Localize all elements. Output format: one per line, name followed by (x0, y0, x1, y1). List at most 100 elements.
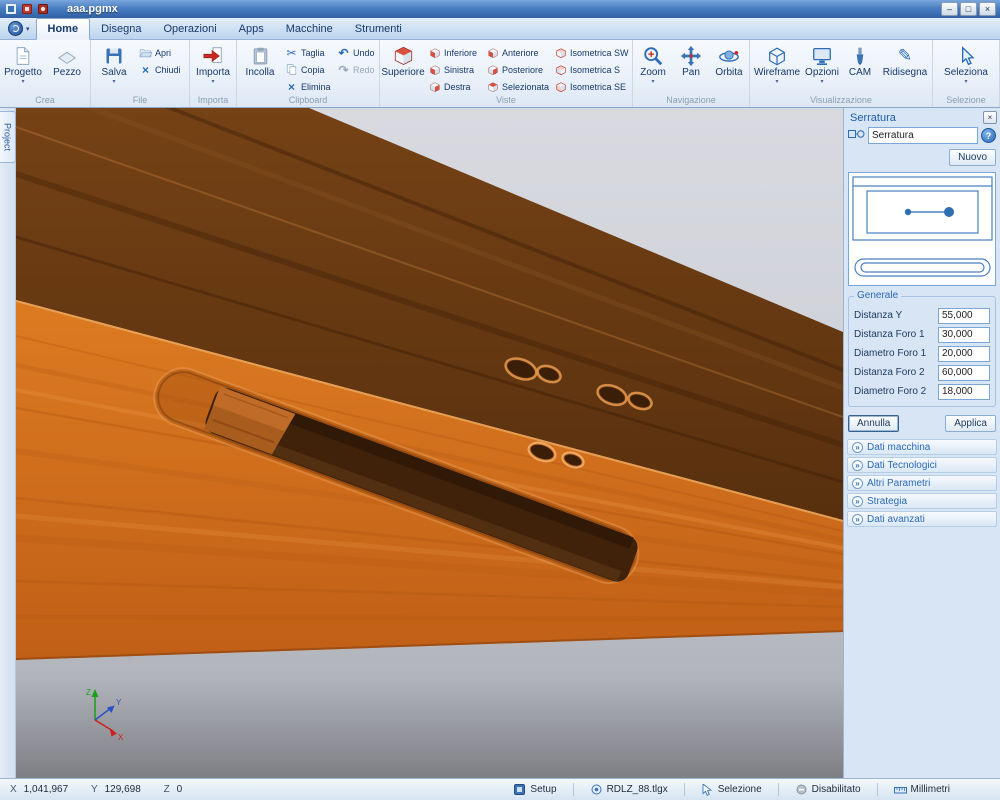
applica-button[interactable]: Applica (945, 415, 996, 432)
wireframe-cube-icon (766, 43, 788, 68)
viewport-3d[interactable]: Z Y X (16, 108, 843, 778)
project-panel-tab[interactable]: Project (0, 111, 16, 163)
incolla-button[interactable]: Incolla (239, 41, 281, 94)
restore-button[interactable]: □ (960, 2, 977, 16)
coord-y-value: 129,698 (105, 784, 141, 795)
progetto-button[interactable]: Progetto ▾ (2, 41, 44, 94)
status-setup[interactable]: Setup (497, 784, 572, 796)
diametro-foro-1-input[interactable] (938, 346, 990, 362)
cam-button[interactable]: CAM (842, 41, 878, 94)
section-dati-avanzati[interactable]: » Dati avanzati (847, 511, 997, 527)
panel-close-button[interactable]: × (983, 111, 997, 124)
tab-macchine[interactable]: Macchine (275, 19, 344, 39)
iso-cube-icon (554, 80, 567, 93)
diametro-foro-2-input[interactable] (938, 384, 990, 400)
posteriore-label: Posteriore (502, 65, 543, 75)
tab-apps[interactable]: Apps (228, 19, 275, 39)
quick-access-icon[interactable] (36, 3, 49, 16)
status-selezione[interactable]: Selezione (685, 784, 778, 796)
tab-operazioni[interactable]: Operazioni (152, 19, 227, 39)
serratura-panel: Serratura × ? Nuovo Generale Distanza Y (843, 108, 1000, 778)
salva-label: Salva (101, 68, 126, 79)
anteriore-button[interactable]: Anteriore (484, 45, 550, 60)
isometrica-sw-button[interactable]: Isometrica SW (552, 45, 630, 60)
help-button[interactable]: ? (981, 128, 996, 143)
wireframe-label: Wireframe (754, 68, 800, 79)
view-cube-icon (486, 46, 499, 59)
chevron-down-icon: ▾ (820, 79, 823, 85)
ribbon-tab-row: ▾ Home Disegna Operazioni Apps Macchine … (0, 18, 1000, 40)
posteriore-button[interactable]: Posteriore (484, 62, 550, 77)
tab-strumenti[interactable]: Strumenti (344, 19, 413, 39)
section-altri-parametri[interactable]: » Altri Parametri (847, 475, 997, 491)
ridisegna-button[interactable]: ✎ Ridisegna (880, 41, 930, 94)
status-millimetri[interactable]: Millimetri (878, 784, 966, 796)
zoom-label: Zoom (640, 68, 666, 79)
inferiore-label: Inferiore (444, 48, 477, 58)
pan-button[interactable]: Pan (673, 41, 709, 94)
section-strategia[interactable]: » Strategia (847, 493, 997, 509)
ribbon-group-viste: Superiore Inferiore Sinistra Destra (380, 40, 633, 107)
elimina-button[interactable]: × Elimina (283, 79, 333, 94)
close-button[interactable]: × (979, 2, 996, 16)
selezionata-button[interactable]: Selezionata (484, 79, 550, 94)
salva-button[interactable]: Salva ▾ (93, 41, 135, 94)
undo-button[interactable]: ↶ Undo (335, 45, 377, 60)
close-file-icon: × (139, 63, 152, 76)
application-menu-button[interactable]: ▾ (4, 21, 36, 39)
status-tool-file[interactable]: RDLZ_88.tlgx (574, 784, 684, 796)
orbita-button[interactable]: Orbita (711, 41, 747, 94)
isometrica-s-button[interactable]: Isometrica S (552, 62, 630, 77)
redo-button[interactable]: ↷ Redo (335, 62, 377, 77)
status-disabilitato[interactable]: Disabilitato (779, 784, 877, 796)
tab-disegna[interactable]: Disegna (90, 19, 152, 39)
chiudi-button[interactable]: × Chiudi (137, 62, 187, 77)
nuovo-button[interactable]: Nuovo (949, 149, 996, 166)
view-cube-icon (428, 63, 441, 76)
minimize-button[interactable]: – (941, 2, 958, 16)
inferiore-button[interactable]: Inferiore (426, 45, 482, 60)
ribbon-group-selezione: Seleziona ▾ Selezione (933, 40, 1000, 107)
group-label-visualizzazione: Visualizzazione (752, 94, 930, 107)
distanza-foro-1-input[interactable] (938, 327, 990, 343)
section-dati-macchina[interactable]: » Dati macchina (847, 439, 997, 455)
pezzo-button[interactable]: Pezzo (46, 41, 88, 94)
view-cube-icon (486, 63, 499, 76)
taglia-button[interactable]: ✂ Taglia (283, 45, 333, 60)
distanza-foro-2-input[interactable] (938, 365, 990, 381)
seleziona-button[interactable]: Seleziona ▾ (941, 41, 991, 94)
anteriore-label: Anteriore (502, 48, 539, 58)
view-cube-top-icon (392, 43, 415, 68)
apri-button[interactable]: Apri (137, 45, 187, 60)
superiore-button[interactable]: Superiore (382, 41, 424, 94)
macro-name-input[interactable] (868, 127, 978, 144)
section-dati-tecnologici[interactable]: » Dati Tecnologici (847, 457, 997, 473)
wireframe-button[interactable]: Wireframe ▾ (752, 41, 802, 94)
annulla-button[interactable]: Annulla (848, 415, 899, 432)
destra-button[interactable]: Destra (426, 79, 482, 94)
isometrica-se-button[interactable]: Isometrica SE (552, 79, 630, 94)
section-label: Dati macchina (867, 442, 930, 453)
opzioni-button[interactable]: Opzioni ▾ (804, 41, 840, 94)
superiore-label: Superiore (381, 68, 424, 79)
quick-access-toolbar (0, 3, 53, 16)
viewport-canvas[interactable]: Z Y X (16, 108, 843, 778)
quick-access-icon[interactable] (20, 3, 33, 16)
ribbon-group-clipboard: Incolla ✂ Taglia Copia × Elimina (237, 40, 380, 107)
tab-home[interactable]: Home (36, 18, 91, 40)
zoom-button[interactable]: Zoom ▾ (635, 41, 671, 94)
coord-x-label: X (10, 784, 17, 795)
cam-label: CAM (849, 68, 871, 79)
sinistra-button[interactable]: Sinistra (426, 62, 482, 77)
sinistra-label: Sinistra (444, 65, 474, 75)
copia-button[interactable]: Copia (283, 62, 333, 77)
scissors-icon: ✂ (285, 46, 298, 59)
generale-groupbox: Generale Distanza Y Distanza Foro 1 Diam… (848, 296, 996, 407)
view-cube-icon (428, 80, 441, 93)
coord-z-label: Z (164, 784, 170, 795)
group-label-file: File (93, 94, 187, 107)
ridisegna-label: Ridisegna (883, 68, 927, 79)
import-arrow-icon (202, 43, 224, 68)
distanza-y-input[interactable] (938, 308, 990, 324)
importa-button[interactable]: Importa ▾ (192, 41, 234, 94)
